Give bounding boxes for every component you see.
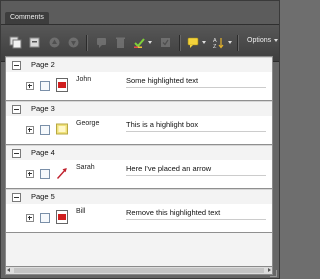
page-group-label: Page 5: [31, 192, 55, 201]
expand-all-icon[interactable]: [9, 36, 22, 49]
tab-bar: Comments: [1, 1, 279, 24]
comment-checkbox[interactable]: [40, 213, 50, 223]
comment-author: George: [76, 120, 100, 127]
highlight-box-icon: [56, 123, 68, 135]
comment-row[interactable]: Bill Remove this highlighted text: [6, 204, 272, 233]
collapse-all-icon[interactable]: [28, 36, 41, 49]
page-group[interactable]: Page 2: [6, 57, 272, 72]
comment-row[interactable]: George This is a highlight box: [6, 116, 272, 145]
chevron-down-icon: [274, 38, 279, 42]
tab-comments[interactable]: Comments: [5, 12, 49, 24]
page-group[interactable]: Page 3: [6, 101, 272, 116]
comment-row[interactable]: John Some highlighted text: [6, 72, 272, 101]
comment-list: Page 2 John Some highlighted text Page 3: [5, 56, 273, 268]
highlight-icon: [56, 210, 68, 224]
page-group[interactable]: Page 4: [6, 145, 272, 160]
expand-comment-icon[interactable]: [26, 170, 34, 178]
toolbar-separator: [237, 35, 239, 51]
options-menu[interactable]: Options: [247, 37, 279, 44]
comment-text[interactable]: Remove this highlighted text: [126, 208, 266, 220]
comment-row[interactable]: Sarah Here I've placed an arrow: [6, 160, 272, 189]
svg-text:Z: Z: [213, 44, 217, 49]
comment-text[interactable]: Here I've placed an arrow: [126, 164, 266, 176]
scrollbar-thumb[interactable]: [14, 268, 264, 273]
scroll-left-icon[interactable]: [7, 268, 10, 272]
checkmark-icon[interactable]: [133, 36, 146, 49]
sort-icon[interactable]: A Z: [213, 36, 226, 49]
resize-grip-icon[interactable]: [270, 270, 277, 277]
comment-text[interactable]: This is a highlight box: [126, 120, 266, 132]
comment-author: John: [76, 76, 92, 83]
page-group[interactable]: Page 5: [6, 189, 272, 204]
show-dropdown-icon[interactable]: [202, 41, 206, 44]
reply-icon[interactable]: [95, 36, 108, 49]
comment-checkbox[interactable]: [40, 125, 50, 135]
page-group-label: Page 2: [31, 60, 55, 69]
comment-text[interactable]: Some highlighted text: [126, 76, 266, 88]
page-group-label: Page 3: [31, 104, 55, 113]
next-comment-icon[interactable]: [67, 36, 80, 49]
expand-comment-icon[interactable]: [26, 82, 34, 90]
checkmark-dropdown-icon[interactable]: [148, 41, 152, 44]
comments-panel: Comments A Z Options Page 2 John Some hi…: [0, 0, 280, 279]
collapse-group-icon[interactable]: [12, 105, 21, 114]
expand-comment-icon[interactable]: [26, 214, 34, 222]
horizontal-scrollbar[interactable]: [5, 266, 273, 275]
arrow-icon: [56, 168, 67, 179]
set-status-icon[interactable]: [159, 36, 172, 49]
show-icon[interactable]: [187, 36, 200, 49]
toolbar-separator: [179, 35, 181, 51]
collapse-group-icon[interactable]: [12, 149, 21, 158]
collapse-group-icon[interactable]: [12, 61, 21, 70]
collapse-group-icon[interactable]: [12, 193, 21, 202]
sort-dropdown-icon[interactable]: [228, 41, 232, 44]
comment-author: Sarah: [76, 164, 95, 171]
comment-author: Bill: [76, 208, 86, 215]
highlight-icon: [56, 78, 68, 92]
expand-comment-icon[interactable]: [26, 126, 34, 134]
toolbar-separator: [86, 35, 88, 51]
comment-checkbox[interactable]: [40, 169, 50, 179]
comment-checkbox[interactable]: [40, 81, 50, 91]
delete-icon[interactable]: [114, 36, 127, 49]
previous-comment-icon[interactable]: [48, 36, 61, 49]
options-label: Options: [247, 37, 272, 44]
page-group-label: Page 4: [31, 148, 55, 157]
